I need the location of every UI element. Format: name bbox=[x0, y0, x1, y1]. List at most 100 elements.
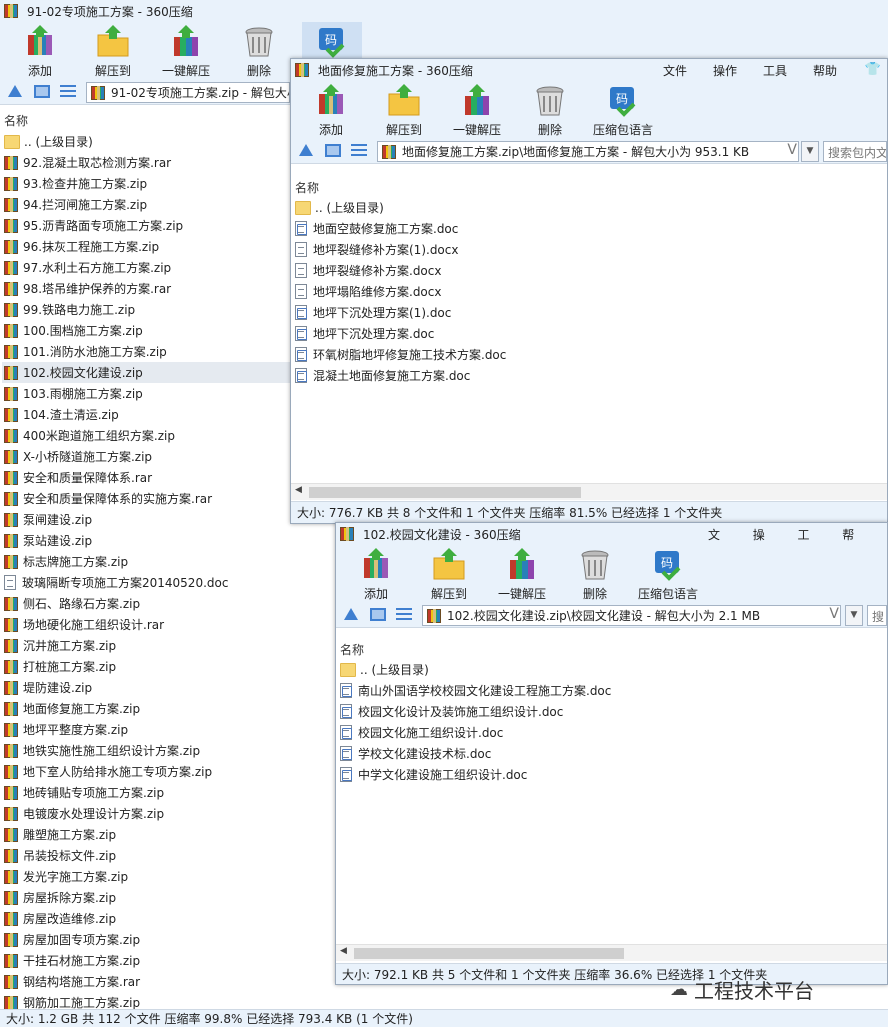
archive-icon bbox=[4, 407, 18, 422]
scroll-left-icon[interactable]: ◀ bbox=[295, 485, 302, 495]
column-header-name[interactable]: 名称 bbox=[295, 179, 319, 196]
archive-icon bbox=[4, 596, 18, 611]
toolbar-button-label: 压缩包语言 bbox=[638, 587, 699, 601]
add-archive-icon bbox=[314, 84, 348, 118]
word-document-icon bbox=[340, 767, 352, 782]
list-view-icon[interactable] bbox=[60, 85, 76, 99]
toolbar-button-extract-to[interactable]: 解压到 bbox=[83, 22, 143, 79]
up-arrow-icon[interactable] bbox=[8, 85, 22, 97]
search-input[interactable]: 搜 bbox=[867, 605, 887, 626]
file-name: 97.水利土石方施工方案.zip bbox=[23, 261, 172, 275]
file-name: 96.抹灰工程施工方案.zip bbox=[23, 240, 160, 254]
file-name: 安全和质量保障体系.rar bbox=[23, 471, 153, 485]
shirt-skin-icon[interactable]: 👕 bbox=[865, 62, 881, 77]
thumbnail-view-icon[interactable] bbox=[34, 85, 50, 98]
path-field[interactable]: 地面修复施工方案.zip\地面修复施工方案 - 解包大小为 953.1 KB bbox=[377, 141, 799, 162]
file-row[interactable]: 环氧树脂地坪修复施工技术方案.doc bbox=[293, 344, 887, 365]
column-header-name[interactable]: 名称 bbox=[340, 641, 364, 658]
toolbar-button-delete-trash[interactable]: 删除 bbox=[520, 81, 580, 138]
toolbar-button-one-click-extract[interactable]: 一键解压 bbox=[156, 22, 216, 79]
toolbar-button-add-archive[interactable]: 添加 bbox=[346, 545, 406, 602]
one-click-extract-icon bbox=[169, 25, 203, 59]
archive-icon bbox=[4, 953, 18, 968]
toolbar-button-archive-language[interactable]: 码压缩包语言 bbox=[593, 81, 653, 138]
file-name: 地砖铺贴专项施工方案.zip bbox=[23, 786, 165, 800]
file-name: 102.校园文化建设.zip bbox=[23, 366, 143, 380]
thumbnail-view-icon[interactable] bbox=[325, 144, 341, 157]
wechat-icon: ☁ bbox=[670, 979, 688, 1000]
file-row[interactable]: 混凝土地面修复施工方案.doc bbox=[293, 365, 887, 386]
file-row[interactable]: 校园文化施工组织设计.doc bbox=[338, 722, 887, 743]
file-name: 地坪平整度方案.zip bbox=[23, 723, 129, 737]
verify-icon[interactable]: V bbox=[829, 606, 839, 622]
parent-folder-row[interactable]: .. (上级目录) bbox=[293, 197, 887, 218]
file-name: 堤防建设.zip bbox=[23, 681, 93, 695]
menu-item[interactable]: 工具 bbox=[763, 62, 787, 79]
menu-item[interactable]: 操作 bbox=[713, 62, 737, 79]
watermark: ☁ 工程技术平台 bbox=[670, 975, 814, 1004]
path-dropdown[interactable]: ▼ bbox=[845, 605, 863, 626]
file-row[interactable]: 校园文化设计及装饰施工组织设计.doc bbox=[338, 701, 887, 722]
file-list: .. (上级目录) 南山外国语学校校园文化建设工程施工方案.doc 校园文化设计及装… bbox=[338, 659, 887, 785]
toolbar-button-one-click-extract[interactable]: 一键解压 bbox=[492, 545, 552, 602]
up-arrow-icon[interactable] bbox=[299, 144, 313, 156]
scrollbar-thumb[interactable] bbox=[354, 948, 624, 959]
word-document-icon bbox=[340, 746, 352, 761]
delete-trash-icon bbox=[242, 25, 276, 59]
file-row[interactable]: 地坪塌陷维修方案.docx bbox=[293, 281, 887, 302]
word-document-icon bbox=[295, 221, 307, 236]
file-name: 地坪下沉处理方案(1).doc bbox=[313, 306, 452, 320]
file-row[interactable]: 地坪裂缝修补方案(1).docx bbox=[293, 239, 887, 260]
file-name: .. (上级目录) bbox=[360, 663, 429, 677]
app-icon bbox=[4, 4, 18, 18]
file-row[interactable]: 中学文化建设施工组织设计.doc bbox=[338, 764, 887, 785]
toolbar-button-delete-trash[interactable]: 删除 bbox=[565, 545, 625, 602]
file-name: 混凝土地面修复施工方案.doc bbox=[313, 369, 471, 383]
file-name: 校园文化设计及装饰施工组织设计.doc bbox=[358, 705, 564, 719]
path-field[interactable]: 102.校园文化建设.zip\校园文化建设 - 解包大小为 2.1 MB bbox=[422, 605, 841, 626]
menu-item[interactable]: 帮助 bbox=[813, 62, 837, 79]
path-field[interactable]: 91-02专项施工方案.zip - 解包大小为 bbox=[86, 82, 290, 103]
list-view-icon[interactable] bbox=[351, 144, 367, 158]
svg-text:码: 码 bbox=[616, 92, 628, 106]
word-document-icon bbox=[340, 704, 352, 719]
toolbar-button-extract-to[interactable]: 解压到 bbox=[374, 81, 434, 138]
toolbar-button-label: 解压到 bbox=[94, 64, 131, 78]
toolbar-button-delete-trash[interactable]: 删除 bbox=[229, 22, 289, 79]
path-text: 地面修复施工方案.zip\地面修复施工方案 - 解包大小为 953.1 KB bbox=[402, 145, 750, 159]
path-dropdown[interactable]: ▼ bbox=[801, 141, 819, 162]
scrollbar-thumb[interactable] bbox=[309, 487, 581, 498]
toolbar: 添加 解压到 一键解压 删除 码压缩包语言 bbox=[291, 81, 887, 139]
archive-icon bbox=[4, 554, 18, 569]
one-click-extract-icon bbox=[505, 548, 539, 582]
verify-icon[interactable]: V bbox=[787, 142, 797, 158]
file-name: 400米跑道施工组织方案.zip bbox=[23, 429, 175, 443]
file-row[interactable]: 地坪下沉处理方案(1).doc bbox=[293, 302, 887, 323]
up-arrow-icon[interactable] bbox=[344, 608, 358, 620]
archive-icon bbox=[4, 638, 18, 653]
toolbar: 添加 解压到 一键解压 删除 码压缩包语言 bbox=[336, 545, 887, 603]
horizontal-scrollbar[interactable]: ◀ bbox=[336, 944, 887, 961]
toolbar-button-add-archive[interactable]: 添加 bbox=[10, 22, 70, 79]
file-row[interactable]: 学校文化建设技术标.doc bbox=[338, 743, 887, 764]
archive-icon bbox=[4, 176, 18, 191]
status-bar: 大小: 776.7 KB 共 8 个文件和 1 个文件夹 压缩率 81.5% 已… bbox=[291, 501, 887, 523]
scroll-left-icon[interactable]: ◀ bbox=[340, 946, 347, 956]
toolbar-button-label: 删除 bbox=[246, 64, 271, 78]
parent-folder-row[interactable]: .. (上级目录) bbox=[338, 659, 887, 680]
toolbar-button-extract-to[interactable]: 解压到 bbox=[419, 545, 479, 602]
search-input[interactable]: 搜索包内文 bbox=[823, 141, 887, 162]
menu-item[interactable]: 文件 bbox=[663, 62, 687, 79]
thumbnail-view-icon[interactable] bbox=[370, 608, 386, 621]
list-view-icon[interactable] bbox=[396, 608, 412, 622]
file-row[interactable]: 地面空鼓修复施工方案.doc bbox=[293, 218, 887, 239]
horizontal-scrollbar[interactable]: ◀ bbox=[291, 483, 887, 500]
toolbar-button-archive-language[interactable]: 码压缩包语言 bbox=[638, 545, 698, 602]
file-row[interactable]: 地坪下沉处理方案.doc bbox=[293, 323, 887, 344]
file-row[interactable]: 地坪裂缝修补方案.docx bbox=[293, 260, 887, 281]
file-row[interactable]: 南山外国语学校校园文化建设工程施工方案.doc bbox=[338, 680, 887, 701]
toolbar-button-add-archive[interactable]: 添加 bbox=[301, 81, 361, 138]
column-header-name[interactable]: 名称 bbox=[4, 112, 28, 129]
toolbar-button-one-click-extract[interactable]: 一键解压 bbox=[447, 81, 507, 138]
document-icon bbox=[295, 263, 307, 278]
